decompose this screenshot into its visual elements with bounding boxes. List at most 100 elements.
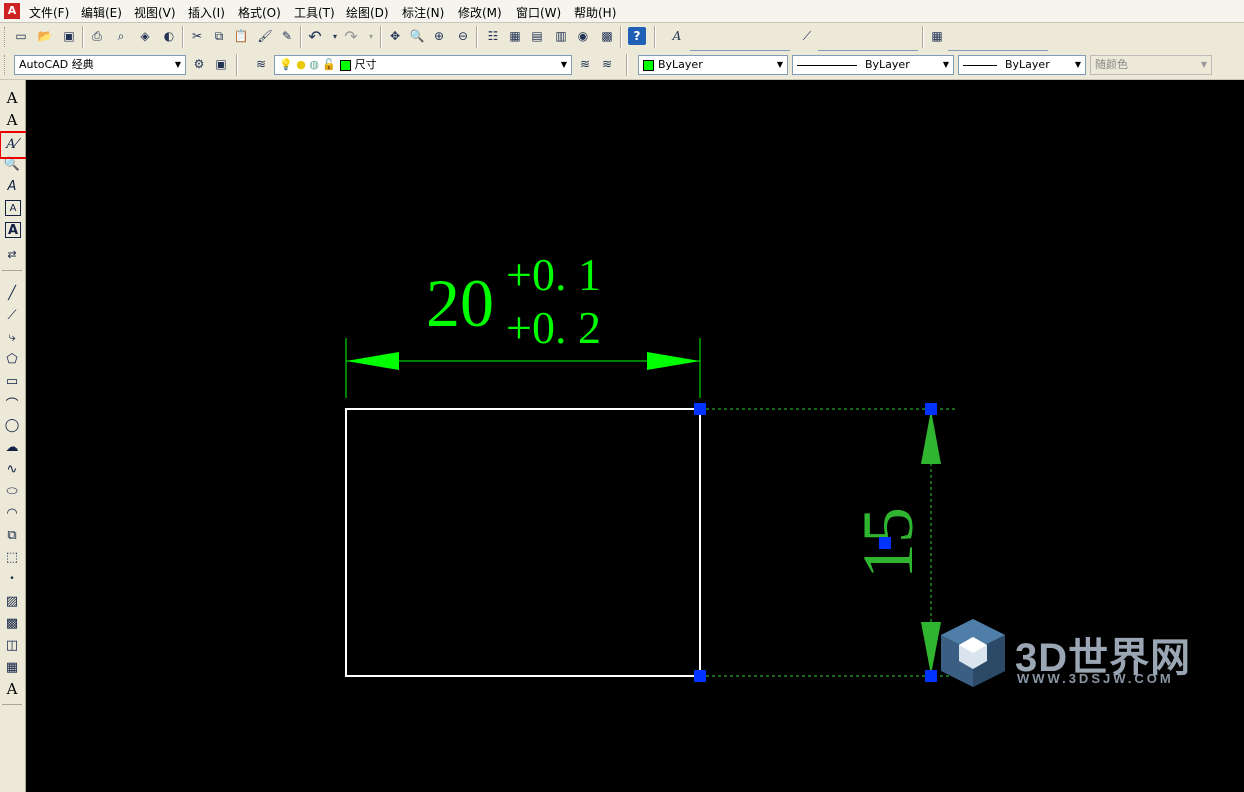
rectangle-icon[interactable]: ▭ [2,371,22,391]
zoom-realtime-icon[interactable]: 🔍 [408,27,426,45]
lineweight-value: ByLayer [1005,58,1050,71]
menu-bar: A 文件(F) 编辑(E) 视图(V) 插入(I) 格式(O) 工具(T) 绘图… [0,0,1244,23]
chevron-down-icon: ▼ [773,56,787,74]
polyline-icon[interactable]: ⤷ [2,327,22,347]
vertical-dimension[interactable]: 15 [700,408,956,677]
scale-text-icon[interactable]: A [5,200,21,216]
design-center-icon[interactable]: ▦ [506,27,524,45]
table-style-icon[interactable]: ▦ [928,27,946,45]
save-icon[interactable]: ▣ [60,27,78,45]
redo-dropdown-icon[interactable]: ▾ [362,27,380,45]
sheet-set-icon[interactable]: ▥ [552,27,570,45]
menu-file[interactable]: 文件(F) [29,4,69,21]
horizontal-dimension[interactable]: 20 +0. 1 +0. 2 [345,249,701,398]
dim-base-text: 20 [426,265,494,341]
properties-icon[interactable]: ☷ [484,27,502,45]
undo-icon[interactable]: ↶ [306,27,324,46]
color-value: ByLayer [658,58,703,71]
toolbar-grip[interactable] [4,55,8,75]
gradient-icon[interactable]: ▩ [2,613,22,633]
zoom-window-icon[interactable]: ⊕ [430,27,448,45]
menu-tools[interactable]: 工具(T) [294,4,335,21]
new-file-icon[interactable]: ▭ [12,27,30,45]
cut-icon[interactable]: ✂ [188,27,206,45]
arc-icon[interactable]: ⌒ [2,393,22,413]
plot-icon[interactable]: ⎙ [88,27,106,45]
dim-tol-lower: +0. 2 [506,302,601,353]
markup-icon[interactable]: ◉ [574,27,592,45]
lightbulb-icon: 💡 [279,58,293,71]
multiline-text-icon[interactable]: A [2,679,22,699]
calculator-icon[interactable]: ▩ [598,27,616,45]
polygon-icon[interactable]: ⬠ [2,349,22,369]
help-icon[interactable]: ? [628,27,646,45]
ellipse-arc-icon[interactable]: ◠ [2,503,22,523]
color-combo[interactable]: ByLayer ▼ [638,55,788,75]
plot-preview-icon[interactable]: ⌕ [112,27,130,45]
point-icon[interactable]: • [2,569,22,589]
tool-palettes-icon[interactable]: ▤ [528,27,546,45]
paste-icon[interactable]: 📋 [232,27,250,45]
workspace-settings-icon[interactable]: ⚙ [190,55,208,73]
watermark-url: WWW.3DSJW.COM [1017,671,1174,686]
insert-block-icon[interactable]: ⧉ [2,525,22,545]
publish-icon[interactable]: ◈ [136,27,154,45]
menu-draw[interactable]: 绘图(D) [346,4,389,21]
watermark-cube-icon [941,619,1005,687]
open-file-icon[interactable]: 📂 [36,27,54,45]
linetype-combo[interactable]: ByLayer ▼ [792,55,954,75]
menu-format[interactable]: 格式(O) [238,4,281,21]
copy-icon[interactable]: ⧉ [210,27,228,45]
menu-insert[interactable]: 插入(I) [188,4,225,21]
dim-tol-upper: +0. 1 [506,249,601,300]
grip-dim-text[interactable] [879,537,891,549]
redo-icon[interactable]: ↷ [342,27,360,46]
dimension-style-icon[interactable]: ⟋ [798,27,816,45]
match-properties-icon[interactable]: 🖌 [256,27,274,45]
menu-view[interactable]: 视图(V) [134,4,176,21]
menu-edit[interactable]: 编辑(E) [81,4,122,21]
text-style-icon[interactable]: A [668,27,686,45]
convert-distance-icon[interactable]: ⇄ [2,244,22,264]
zoom-previous-icon[interactable]: ⊖ [454,27,472,45]
grip-bottom-right[interactable] [694,670,706,682]
menu-modify[interactable]: 修改(M) [458,4,502,21]
menu-window[interactable]: 窗口(W) [516,4,561,21]
layer-combo[interactable]: 💡 ● ◍ 🔓 尺寸 ▼ [274,55,572,75]
make-current-layer-icon[interactable]: ≋ [576,55,594,73]
layer-manager-icon[interactable]: ≋ [252,55,270,73]
single-line-text-icon[interactable]: A [2,110,22,130]
ellipse-icon[interactable]: ⬭ [2,481,22,501]
3d-dwf-icon[interactable]: ◐ [160,27,178,45]
line-icon[interactable]: ╱ [2,283,22,303]
arrowhead-right [647,352,700,370]
menu-help[interactable]: 帮助(H) [574,4,616,21]
table-icon[interactable]: ▦ [2,657,22,677]
grip-top-right[interactable] [694,403,706,415]
revision-cloud-icon[interactable]: ☁ [2,437,22,457]
layer-previous-icon[interactable]: ≋ [598,55,616,73]
pan-icon[interactable]: ✥ [386,27,404,45]
construction-line-icon[interactable]: ⟋ [2,305,22,325]
toolbar-grip[interactable] [4,27,8,47]
block-editor-icon[interactable]: ✎ [278,27,296,45]
text-style-icon[interactable]: A [2,176,22,196]
make-block-icon[interactable]: ⬚ [2,547,22,567]
menu-dimension[interactable]: 标注(N) [402,4,444,21]
justify-text-icon[interactable]: A [5,222,21,238]
circle-icon[interactable]: ◯ [2,415,22,435]
workspace-value: AutoCAD 经典 [19,58,94,71]
spline-icon[interactable]: ∿ [2,459,22,479]
rectangle-geometry[interactable] [345,408,701,677]
region-icon[interactable]: ◫ [2,635,22,655]
left-toolbar: A A A⁄ 🔍 A A A ⇄ ╱ ⟋ ⤷ ⬠ ▭ ⌒ ◯ ☁ ∿ ⬭ ◠ ⧉… [0,80,26,792]
lock-icon: 🔓 [322,58,337,71]
lineweight-combo[interactable]: ByLayer ▼ [958,55,1086,75]
autocad-app-icon[interactable]: A [4,3,20,19]
linetype-value: ByLayer [865,58,910,71]
save-workspace-icon[interactable]: ▣ [212,55,230,73]
hatch-icon[interactable]: ▨ [2,591,22,611]
multiline-text-icon[interactable]: A [2,88,22,108]
workspace-combo[interactable]: AutoCAD 经典 ▼ [14,55,186,75]
grip-dim-top[interactable] [925,403,937,415]
